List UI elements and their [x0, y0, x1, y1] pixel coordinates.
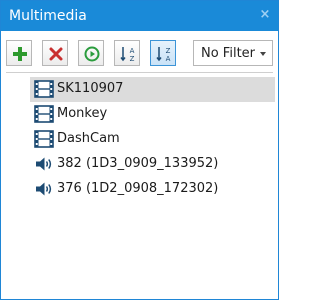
list-item-label: 376 (1D2_0908_172302) [57, 181, 219, 196]
list-item[interactable]: SK110907 [30, 77, 275, 102]
sort-ascending-button[interactable]: A Z [114, 40, 140, 66]
list-item-label: Monkey [57, 106, 108, 121]
svg-text:A: A [166, 55, 171, 63]
film-icon [34, 130, 54, 148]
list-item-label: DashCam [57, 131, 120, 146]
sort-ascending-icon: A Z [120, 47, 135, 63]
chevron-down-icon [260, 52, 266, 56]
film-icon [34, 80, 54, 98]
toolbar: A Z Z A No Filter [6, 37, 273, 69]
filter-select[interactable]: No Filter [193, 40, 273, 66]
svg-text:Z: Z [166, 47, 171, 55]
svg-text:Z: Z [130, 55, 135, 63]
title-bar: Multimedia × [1, 1, 278, 31]
list-item-label: SK110907 [57, 81, 124, 96]
add-icon [13, 47, 27, 61]
list-item[interactable]: 382 (1D3_0909_133952) [30, 152, 275, 177]
sort-descending-button[interactable]: Z A [150, 40, 176, 66]
svg-text:A: A [130, 47, 135, 55]
speaker-icon [36, 157, 52, 171]
add-button[interactable] [6, 40, 32, 66]
list-item[interactable]: DashCam [30, 127, 275, 152]
panel-title: Multimedia [9, 8, 87, 24]
multimedia-panel: Multimedia × A Z Z A No Filter SK110907 … [0, 0, 279, 300]
filter-select-value: No Filter [201, 46, 256, 61]
list-item-label: 382 (1D3_0909_133952) [57, 156, 219, 171]
list-item[interactable]: 376 (1D2_0908_172302) [30, 177, 275, 202]
delete-icon [49, 47, 63, 61]
film-icon [34, 105, 54, 123]
play-icon [84, 46, 100, 62]
media-list: SK110907 Monkey DashCam 382 (1D3_0909_13… [6, 73, 275, 297]
sort-descending-icon: Z A [156, 47, 171, 63]
play-button[interactable] [78, 40, 104, 66]
speaker-icon [36, 182, 52, 196]
close-icon[interactable]: × [258, 8, 272, 22]
delete-button[interactable] [42, 40, 68, 66]
list-item[interactable]: Monkey [30, 102, 275, 127]
